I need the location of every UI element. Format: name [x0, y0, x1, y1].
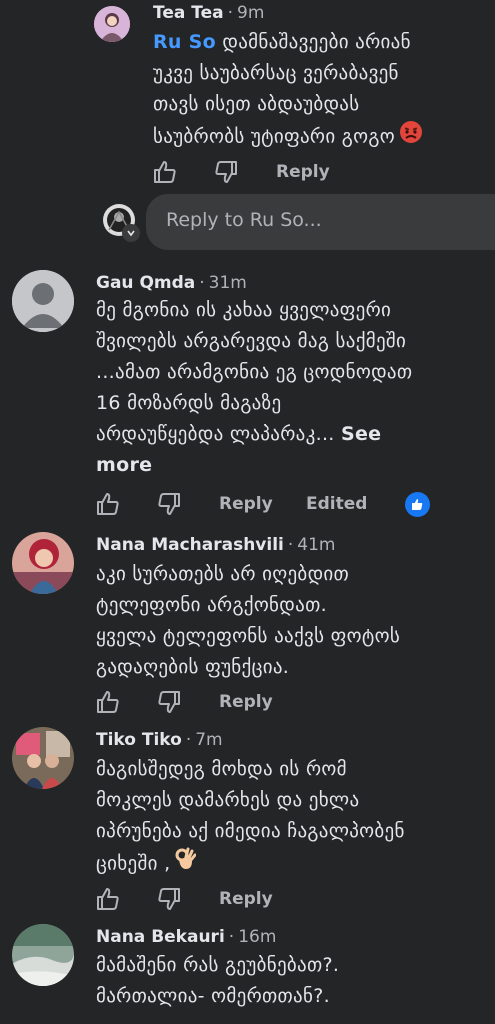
thumbs-up-icon — [154, 161, 176, 183]
reply-button[interactable]: Reply — [219, 692, 273, 712]
comment-line: მე მგონია ის კახაა ყველაფერი — [96, 299, 392, 321]
timestamp[interactable]: 16m — [238, 927, 276, 947]
comment-text: მამაშენი რას გეუბნებათ?. მართალია- ომერთ… — [96, 950, 339, 1012]
dislike-button[interactable] — [156, 689, 182, 715]
timestamp[interactable]: 31m — [209, 273, 247, 293]
timestamp[interactable]: 41m — [297, 535, 335, 555]
comment-line: იპრუნება აქ იმედია ჩაგალპობენ — [96, 820, 405, 842]
like-button[interactable] — [152, 159, 178, 185]
separator-dot: · — [227, 3, 234, 23]
dislike-button[interactable] — [156, 886, 182, 912]
comment-nana-bekauri: Nana Bekauri · 16m მამაშენი რას გეუბნებათ?… — [0, 922, 495, 1024]
comment-nana-macharashvili: Nana Macharashvili · 41m აკი სურათებს არ ი… — [0, 528, 495, 718]
author-name[interactable]: Nana Macharashvili — [96, 535, 284, 555]
comment-tea-tea: Tea Tea · 9m Ru So დამნაშავეები არიან უკვე… — [0, 0, 495, 190]
thumbs-down-icon — [158, 888, 180, 910]
comment-line: ციხეში , — [96, 852, 171, 875]
comment-text: მე მგონია ის კახაა ყველაფერი შვილებს არგ… — [96, 295, 412, 481]
comment-actions: Reply — [95, 689, 435, 717]
comment-line: მართალია- ომერთთან?. — [96, 985, 330, 1007]
comment-line: მამაშენი რას გეუბნებათ?. — [96, 954, 340, 976]
comment-line: უკვე საუბარსაც ვერაბავენ — [153, 62, 399, 84]
author-name[interactable]: Gau Qmda — [96, 273, 195, 293]
comment-actions: Reply Edited — [95, 491, 435, 519]
like-button[interactable] — [95, 689, 121, 715]
chevron-down-icon[interactable] — [122, 224, 140, 242]
comment-line: აკი სურათებს არ იღებდით — [96, 563, 350, 585]
comment-line: 16 მოზარდს მაგაზე — [96, 392, 282, 414]
comment-gau-qmda: Gau Qmda · 31m მე მგონია ის კახაა ყველაფერ… — [0, 262, 495, 532]
comment-text: Ru So დამნაშავეები არიან უკვე საუბარსაც … — [153, 27, 423, 154]
avatar[interactable] — [12, 727, 74, 789]
comment-line: შვილებს არგარევდა მაგ საქმეში — [96, 330, 407, 352]
thumbs-up-icon — [97, 888, 119, 910]
comment-actions: Reply — [95, 886, 435, 914]
comment-line: არდაუწყებდა ლაპარაკ... — [96, 423, 341, 445]
comment-line: ტელეფონი არგქონდათ. — [96, 594, 327, 616]
reply-button[interactable]: Reply — [219, 494, 273, 514]
edited-label[interactable]: Edited — [306, 494, 367, 514]
reply-button[interactable]: Reply — [276, 162, 330, 182]
comment-text: აკი სურათებს არ იღებდით ტელეფონი არგქონდ… — [96, 559, 400, 683]
ok-hand-icon — [174, 847, 197, 881]
reply-input[interactable]: Reply to Ru So... — [146, 194, 495, 250]
avatar[interactable] — [12, 270, 74, 332]
comment-tiko-tiko: Tiko Tiko · 7m მაგისშედეგ მოხდა ის რომ მოკ… — [0, 725, 495, 915]
comment-line: თავს ისეთ აბდაუბდას — [153, 93, 360, 115]
separator-dot: · — [287, 535, 294, 555]
comment-meta: Tea Tea · 9m — [153, 2, 264, 24]
like-button[interactable] — [95, 491, 121, 517]
comment-line: მაგისშედეგ მოხდა ის რომ — [96, 758, 347, 780]
thumbs-up-icon — [97, 691, 119, 713]
comment-actions: Reply — [152, 159, 492, 187]
author-name[interactable]: Tea Tea — [153, 3, 224, 23]
avatar[interactable] — [94, 6, 130, 42]
separator-dot: · — [199, 273, 205, 293]
see-more-link[interactable]: more — [96, 454, 152, 476]
dislike-button[interactable] — [213, 159, 239, 185]
separator-dot: · — [185, 730, 192, 750]
reply-button[interactable]: Reply — [219, 889, 273, 909]
angry-face-icon — [399, 120, 423, 154]
comment-meta: Tiko Tiko · 7m — [96, 729, 223, 751]
comment-line: ყველა ტელეფონს ააქვს ფოტოს — [96, 625, 401, 647]
like-button[interactable] — [95, 886, 121, 912]
comment-line: მოკლეს დამარხეს და ეხლა — [96, 789, 360, 811]
author-name[interactable]: Nana Bekauri — [96, 927, 225, 947]
like-reaction-icon[interactable] — [405, 492, 430, 517]
dislike-button[interactable] — [156, 491, 182, 517]
comment-line: საუბრობს უტიფარი გოგო — [153, 125, 395, 148]
avatar[interactable] — [12, 532, 74, 594]
thumbs-down-icon — [158, 691, 180, 713]
comment-meta: Nana Bekauri · 16m — [96, 926, 276, 948]
comment-line: ...ამათ არამგონია ეგ ცოდნოდათ — [96, 361, 413, 383]
thumbs-up-icon — [97, 493, 119, 515]
default-avatar-icon — [12, 270, 74, 332]
comment-meta: Nana Macharashvili · 41m — [96, 534, 335, 556]
thumbs-down-icon — [215, 161, 237, 183]
avatar[interactable] — [12, 924, 74, 986]
comment-line: გადაღების ფუნქცია. — [96, 656, 290, 678]
thumbs-down-icon — [158, 493, 180, 515]
comment-line: დამნაშავეები არიან — [216, 31, 411, 53]
timestamp[interactable]: 9m — [237, 3, 264, 23]
separator-dot: · — [228, 927, 235, 947]
mention-link[interactable]: Ru So — [153, 31, 216, 53]
comment-text: მაგისშედეგ მოხდა ის რომ მოკლეს დამარხეს … — [96, 754, 405, 881]
comment-meta: Gau Qmda · 31m — [96, 272, 247, 294]
timestamp[interactable]: 7m — [195, 730, 222, 750]
author-name[interactable]: Tiko Tiko — [96, 730, 182, 750]
reply-placeholder: Reply to Ru So... — [166, 209, 322, 231]
see-more-link[interactable]: See — [341, 423, 381, 445]
